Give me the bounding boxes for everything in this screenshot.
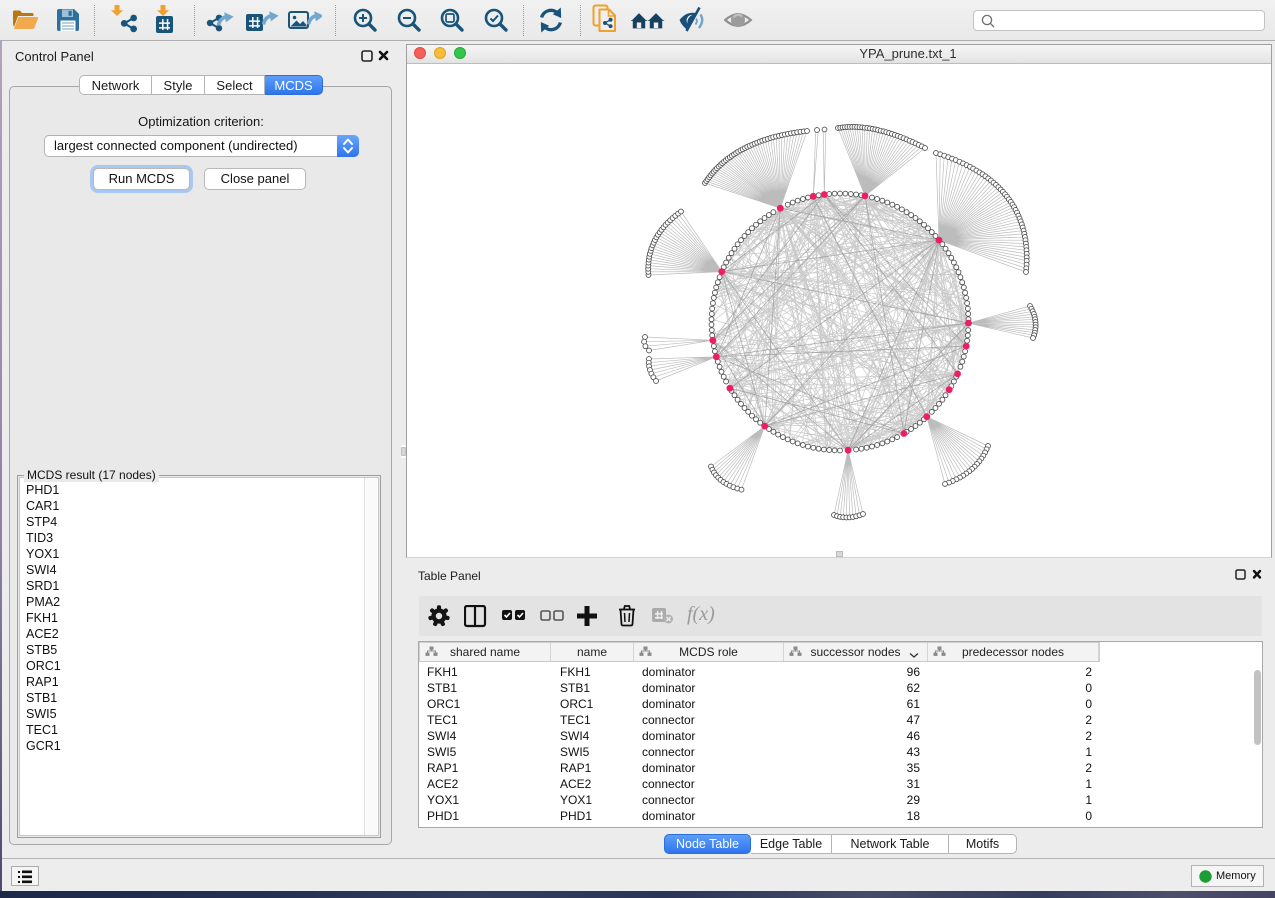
svg-text:f(x): f(x) — [687, 603, 715, 625]
